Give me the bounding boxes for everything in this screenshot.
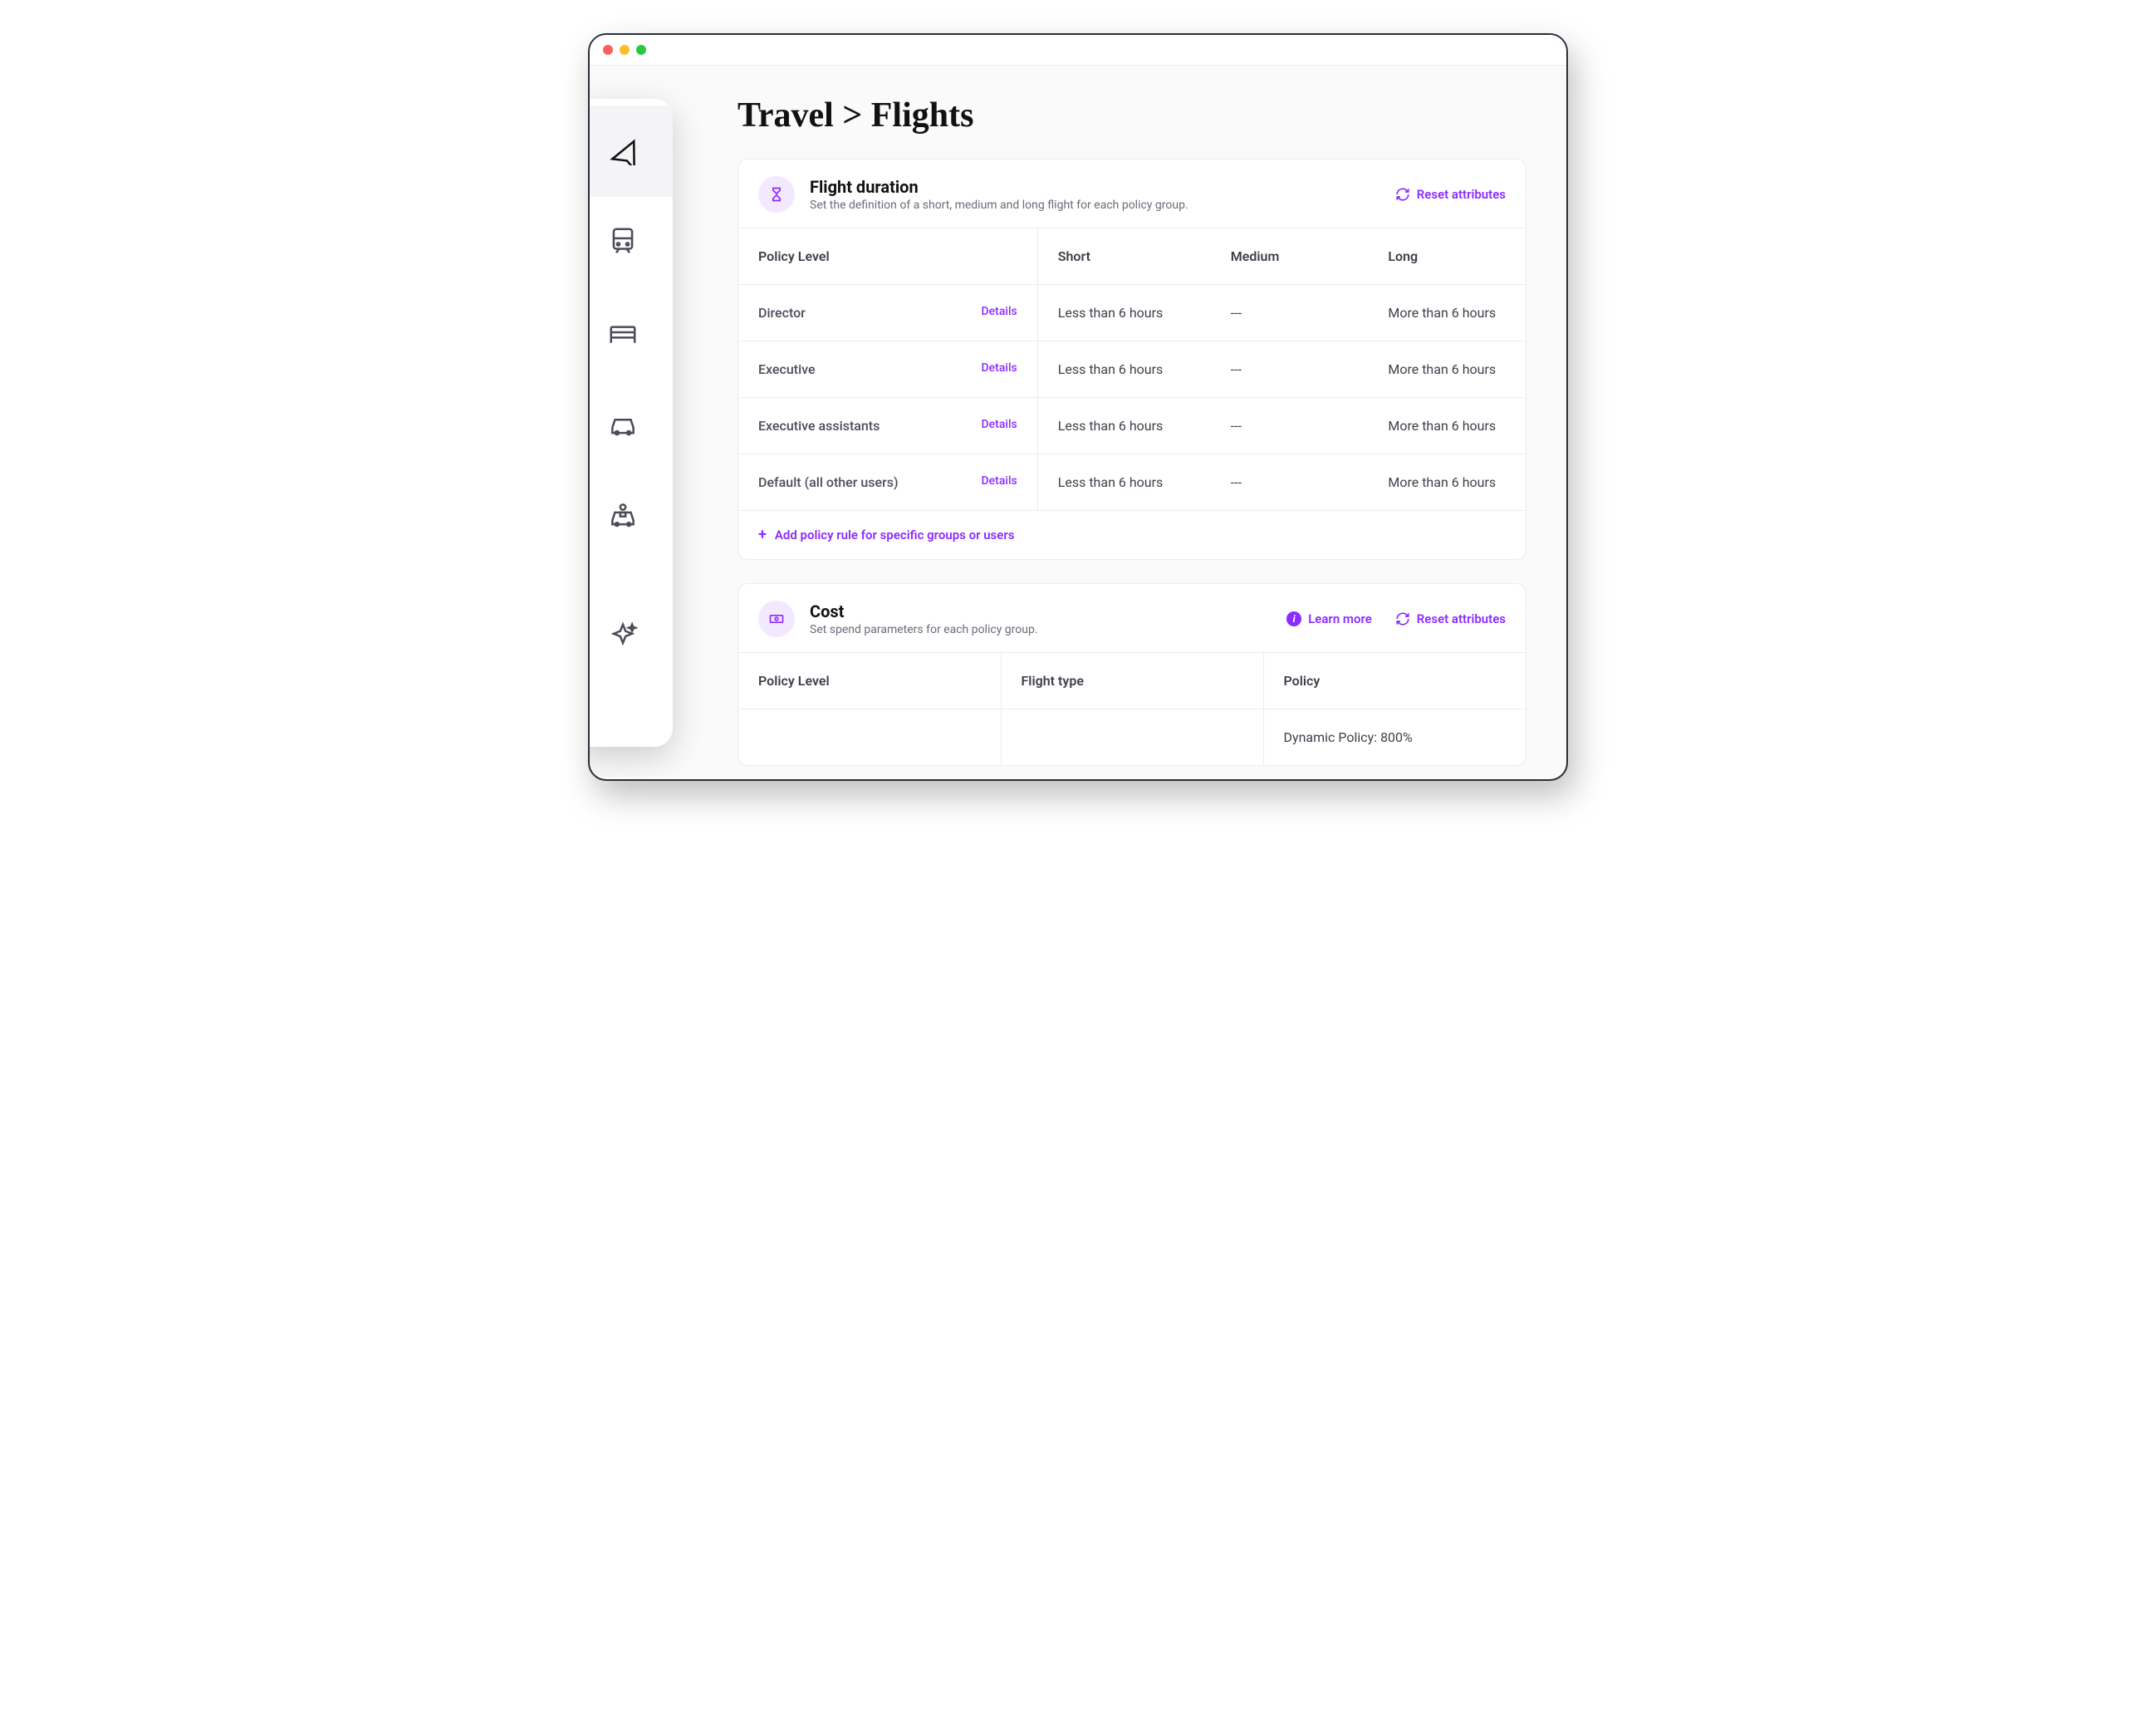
sidebar-item-car[interactable]: [590, 380, 673, 471]
window-minimize-dot[interactable]: [620, 45, 630, 55]
table-row: Executive Details Less than 6 hours --- …: [738, 341, 1526, 398]
details-link[interactable]: Details: [982, 474, 1017, 488]
card-header: Cost Set spend parameters for each polic…: [738, 584, 1526, 652]
row-level: Default (all other users): [758, 474, 899, 490]
flight-duration-card: Flight duration Set the definition of a …: [737, 159, 1526, 560]
reset-attributes-button[interactable]: Reset attributes: [1395, 611, 1506, 626]
table-row: Default (all other users) Details Less t…: [738, 454, 1526, 511]
card-title: Flight duration: [810, 177, 1380, 197]
reset-label: Reset attributes: [1417, 611, 1506, 626]
train-icon: [607, 225, 639, 260]
row-level: [738, 709, 1001, 766]
row-short: Less than 6 hours: [1037, 398, 1211, 454]
window-maximize-dot[interactable]: [636, 45, 646, 55]
row-long: More than 6 hours: [1368, 285, 1526, 341]
refresh-icon: [1395, 611, 1410, 626]
money-icon: [758, 601, 795, 637]
row-short: Less than 6 hours: [1037, 285, 1211, 341]
cost-table: Policy Level Flight type Policy Dynamic …: [738, 652, 1526, 765]
sidebar: [590, 99, 673, 747]
airplane-icon: [607, 134, 639, 169]
row-level: Executive: [758, 361, 816, 377]
sparkle-icon: [607, 621, 639, 655]
table-row: Executive assistants Details Less than 6…: [738, 398, 1526, 454]
row-medium: ---: [1211, 285, 1369, 341]
learn-more-label: Learn more: [1308, 611, 1372, 626]
table-row: Director Details Less than 6 hours --- M…: [738, 285, 1526, 341]
card-subtitle: Set spend parameters for each policy gro…: [810, 623, 1272, 636]
card-header: Flight duration Set the definition of a …: [738, 160, 1526, 228]
row-short: Less than 6 hours: [1037, 454, 1211, 511]
col-policy-level: Policy Level: [738, 228, 1037, 285]
add-rule-label: Add policy rule for specific groups or u…: [775, 528, 1015, 542]
row-policy: Dynamic Policy: 800%: [1263, 709, 1526, 766]
main-content: Travel > Flights Flight duration Set the…: [698, 66, 1566, 777]
row-level: Executive assistants: [758, 418, 880, 434]
row-medium: ---: [1211, 341, 1369, 398]
table-row: Dynamic Policy: 800%: [738, 709, 1526, 766]
card-subtitle: Set the definition of a short, medium an…: [810, 199, 1380, 212]
reset-attributes-button[interactable]: Reset attributes: [1395, 187, 1506, 202]
add-policy-rule-button[interactable]: + Add policy rule for specific groups or…: [738, 510, 1526, 559]
info-icon: i: [1286, 611, 1301, 626]
col-short: Short: [1037, 228, 1211, 285]
row-flight-type: [1001, 709, 1263, 766]
sidebar-item-perks[interactable]: [590, 592, 673, 684]
row-medium: ---: [1211, 454, 1369, 511]
sidebar-item-rail[interactable]: [590, 197, 673, 288]
bed-icon: [607, 317, 639, 351]
details-link[interactable]: Details: [982, 418, 1017, 431]
row-medium: ---: [1211, 398, 1369, 454]
col-long: Long: [1368, 228, 1526, 285]
details-link[interactable]: Details: [982, 361, 1017, 375]
learn-more-button[interactable]: i Learn more: [1286, 611, 1372, 626]
window-titlebar: [590, 35, 1566, 66]
cost-card: Cost Set spend parameters for each polic…: [737, 583, 1526, 766]
row-level: Director: [758, 305, 806, 321]
sidebar-item-ground[interactable]: [590, 471, 673, 562]
card-title: Cost: [810, 601, 1272, 621]
col-flight-type: Flight type: [1001, 653, 1263, 709]
col-policy-level: Policy Level: [738, 653, 1001, 709]
content-area: Travel > Flights Flight duration Set the…: [590, 66, 1566, 777]
row-long: More than 6 hours: [1368, 398, 1526, 454]
app-window: Travel > Flights Flight duration Set the…: [588, 33, 1568, 781]
plus-icon: +: [758, 528, 767, 542]
row-short: Less than 6 hours: [1037, 341, 1211, 398]
row-long: More than 6 hours: [1368, 341, 1526, 398]
details-link[interactable]: Details: [982, 305, 1017, 318]
window-close-dot[interactable]: [603, 45, 613, 55]
hourglass-icon: [758, 176, 795, 213]
flight-duration-table: Policy Level Short Medium Long Director …: [738, 228, 1526, 510]
reset-label: Reset attributes: [1417, 187, 1506, 202]
page-title: Travel > Flights: [737, 96, 1526, 135]
driver-icon: [607, 499, 639, 534]
row-long: More than 6 hours: [1368, 454, 1526, 511]
sidebar-item-hotels[interactable]: [590, 288, 673, 380]
col-policy: Policy: [1263, 653, 1526, 709]
col-medium: Medium: [1211, 228, 1369, 285]
car-icon: [607, 408, 639, 443]
sidebar-item-flights[interactable]: [590, 106, 673, 197]
refresh-icon: [1395, 187, 1410, 202]
